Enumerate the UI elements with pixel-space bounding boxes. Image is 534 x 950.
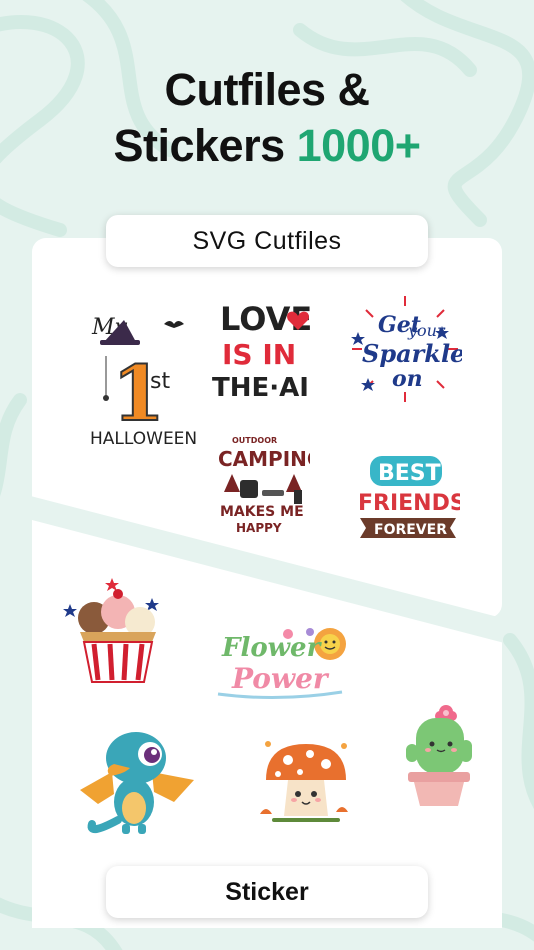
headline-line-1: Cutfiles & [164,64,370,115]
love-line-3: THE·AIR [212,373,310,403]
halloween-word: HALLOWEEN [90,429,196,449]
friends-line-1: BEST [378,461,441,486]
mushroom-sticker[interactable] [254,734,354,834]
tree-icon [224,474,302,492]
flower-power-sticker[interactable]: Flower Power [214,620,348,700]
camping-line-2: CAMPING [218,447,310,471]
headline-count: 1000+ [296,120,421,171]
best-friends-forever-cutfile[interactable]: BEST FRIENDS FOREVER [356,452,460,546]
dragon-wing-right [152,772,194,802]
dragon-eye [144,747,160,763]
friends-line-2: FRIENDS [358,491,460,516]
stump-icon [240,480,258,498]
baby-dragon-sticker[interactable] [78,720,196,840]
friends-line-3: FOREVER [374,522,447,538]
love-line-2: IS IN [222,338,296,371]
camping-line-3: MAKES ME [220,504,304,520]
halloween-cutfile[interactable]: My 1 st HALLOWEEN [76,296,196,456]
camping-line-1: OUTDOOR [232,436,277,445]
mushroom-stem [284,780,328,816]
flower-line-2: Power [231,662,330,695]
cactus-body [416,718,464,774]
bat-icon [164,321,184,328]
svg-cutfiles-tab[interactable]: SVG Cutfiles [106,215,428,267]
get-your-sparkle-on-cutfile[interactable]: Get your Sparkle on [348,292,462,406]
camping-line-4: HAPPY [236,521,282,535]
sticker-tab[interactable]: Sticker [106,866,428,918]
cactus-pot-rim [408,772,470,782]
ice-cream-sundae-sticker[interactable] [60,574,170,686]
headline-stickers: Stickers [113,120,285,171]
lantern-icon [294,490,302,504]
sparkle-line-2: your [407,321,446,340]
dragon-tail [87,816,122,834]
cactus-pot [414,782,464,806]
sparkle-line-4: on [392,366,423,392]
dragon-wing-left [80,772,114,804]
camping-cutfile[interactable]: OUTDOOR CAMPING MAKES ME HAPPY [214,432,310,536]
flower-line-1: Flower [221,633,323,663]
halloween-suffix: st [150,369,170,394]
cactus-sticker[interactable] [402,700,476,810]
star-icon [63,604,77,617]
sparkle-line-3: Sparkle [362,339,462,368]
headline: Cutfiles & Stickers 1000+ [0,62,534,174]
headline-line-2: Stickers 1000+ [0,118,534,174]
love-is-in-the-air-cutfile[interactable]: LOVE IS IN THE·AIR [206,294,310,404]
waffle-cone [80,632,156,642]
